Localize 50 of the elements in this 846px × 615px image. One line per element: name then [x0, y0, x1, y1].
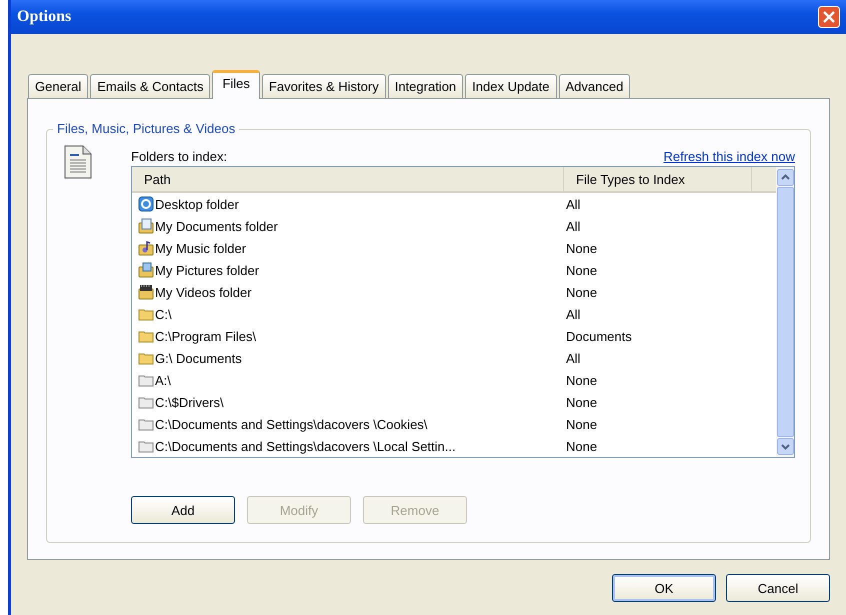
dialog-button[interactable]: OK: [612, 574, 716, 602]
file-types-cell: None: [566, 240, 598, 256]
path-cell: G:\ Documents: [155, 350, 242, 366]
path-cell: Desktop folder: [155, 196, 239, 212]
file-types-cell: All: [566, 350, 580, 366]
path-cell: C:\Program Files\: [155, 328, 256, 344]
file-types-cell: None: [566, 284, 598, 300]
desktop-icon: [138, 196, 154, 212]
path-cell: C:\Documents and Settings\dacovers \Local Settin...: [155, 438, 456, 454]
file-types-cell: None: [566, 416, 598, 432]
file-types-cell: All: [566, 196, 580, 212]
file-types-cell: None: [566, 262, 598, 278]
videos-folder-icon: [138, 284, 154, 300]
path-cell: My Pictures folder: [155, 262, 260, 278]
dialog-button[interactable]: Cancel: [726, 574, 830, 602]
close-icon[interactable]: [818, 6, 840, 28]
file-types-cell: All: [566, 306, 580, 322]
list-action-button[interactable]: Add: [131, 496, 235, 524]
refresh-link[interactable]: Refresh this index now: [663, 149, 795, 164]
path-cell: My Music folder: [155, 240, 246, 256]
file-types-cell: All: [566, 218, 580, 234]
scrollbar[interactable]: [776, 167, 794, 457]
music-folder-icon: [138, 240, 154, 256]
path-cell: C:\: [155, 306, 172, 322]
file-types-cell: Documents: [566, 328, 632, 344]
folders-label: Folders to index:: [131, 149, 228, 164]
window-title: Options: [17, 8, 72, 26]
tab[interactable]: Index Update: [465, 74, 556, 98]
column-header[interactable]: File Types to Index: [564, 167, 752, 191]
pictures-folder-icon: [138, 262, 154, 278]
column-header[interactable]: Path: [132, 167, 564, 191]
file-types-cell: None: [566, 372, 598, 388]
tab[interactable]: Emails & Contacts: [90, 74, 210, 98]
path-cell: C:\Documents and Settings\dacovers \Cookies\: [155, 416, 428, 432]
tab[interactable]: Advanced: [558, 74, 630, 98]
tab[interactable]: Favorites & History: [262, 74, 386, 98]
scroll-down-icon[interactable]: [776, 438, 794, 455]
file-types-cell: None: [566, 394, 598, 410]
tab[interactable]: Files: [212, 70, 260, 99]
tab[interactable]: General: [28, 74, 88, 98]
tab[interactable]: Integration: [388, 74, 464, 98]
path-cell: My Documents folder: [155, 218, 278, 234]
document-icon: [63, 144, 93, 180]
path-cell: My Videos folder: [155, 284, 252, 300]
path-cell: C:\$Drivers\: [155, 394, 224, 410]
group-title: Files, Music, Pictures & Videos: [53, 121, 240, 136]
file-types-cell: None: [566, 438, 598, 454]
scroll-up-icon[interactable]: [776, 169, 794, 186]
path-cell: A:\: [155, 372, 171, 388]
documents-folder-icon: [138, 218, 154, 234]
